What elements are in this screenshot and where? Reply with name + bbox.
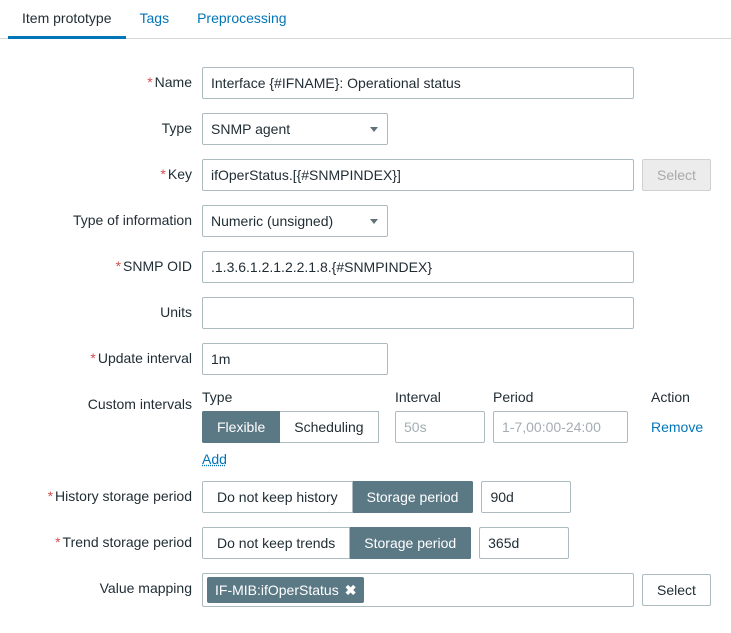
value-mapping-select-button[interactable]: Select — [642, 574, 711, 606]
ci-interval-input[interactable] — [395, 411, 485, 443]
ci-head-type: Type — [202, 389, 387, 405]
label-update-interval: *Update interval — [12, 343, 202, 366]
ci-remove-link[interactable]: Remove — [651, 419, 721, 435]
history-storage-period[interactable]: Storage period — [353, 481, 474, 513]
ci-head-interval: Interval — [395, 389, 485, 405]
snmp-oid-input[interactable] — [202, 251, 634, 283]
label-units: Units — [12, 297, 202, 320]
tab-tags[interactable]: Tags — [126, 0, 184, 38]
label-name: *Name — [12, 67, 202, 90]
tab-preprocessing[interactable]: Preprocessing — [183, 0, 301, 38]
value-mapping-box[interactable]: IF-MIB:ifOperStatus ✖ — [202, 573, 634, 607]
label-snmp-oid: *SNMP OID — [12, 251, 202, 274]
ci-type-segmented[interactable]: Flexible Scheduling — [202, 411, 387, 443]
label-trend-period: *Trend storage period — [12, 527, 202, 550]
update-interval-input[interactable] — [202, 343, 388, 375]
label-key: *Key — [12, 159, 202, 182]
history-dont-keep[interactable]: Do not keep history — [202, 481, 353, 513]
label-custom-intervals: Custom intervals — [12, 389, 202, 412]
key-input[interactable] — [202, 159, 634, 191]
ci-row: Flexible Scheduling Remove — [202, 411, 702, 443]
ci-header: Type Interval Period Action — [202, 389, 702, 405]
value-mapping-chip[interactable]: IF-MIB:ifOperStatus ✖ — [207, 577, 364, 603]
name-input[interactable] — [202, 67, 634, 99]
label-value-mapping: Value mapping — [12, 573, 202, 596]
ci-add-link[interactable]: Add — [202, 451, 227, 467]
close-icon[interactable]: ✖ — [345, 582, 357, 599]
value-mapping-chip-label: IF-MIB:ifOperStatus — [215, 582, 339, 598]
key-select-button: Select — [642, 159, 711, 191]
tab-item-prototype[interactable]: Item prototype — [8, 0, 126, 39]
ci-head-period: Period — [493, 389, 643, 405]
label-history-period: *History storage period — [12, 481, 202, 504]
trend-segmented[interactable]: Do not keep trends Storage period — [202, 527, 471, 559]
units-input[interactable] — [202, 297, 634, 329]
label-type-info: Type of information — [12, 205, 202, 228]
trend-value-input[interactable] — [479, 527, 569, 559]
trend-dont-keep[interactable]: Do not keep trends — [202, 527, 350, 559]
ci-seg-flexible[interactable]: Flexible — [202, 411, 280, 443]
label-type: Type — [12, 113, 202, 136]
ci-head-action: Action — [651, 389, 721, 405]
ci-period-input[interactable] — [493, 411, 628, 443]
trend-storage-period[interactable]: Storage period — [350, 527, 471, 559]
ci-seg-scheduling[interactable]: Scheduling — [280, 411, 378, 443]
type-info-select[interactable] — [202, 205, 388, 237]
type-select[interactable] — [202, 113, 388, 145]
history-segmented[interactable]: Do not keep history Storage period — [202, 481, 473, 513]
history-value-input[interactable] — [481, 481, 571, 513]
